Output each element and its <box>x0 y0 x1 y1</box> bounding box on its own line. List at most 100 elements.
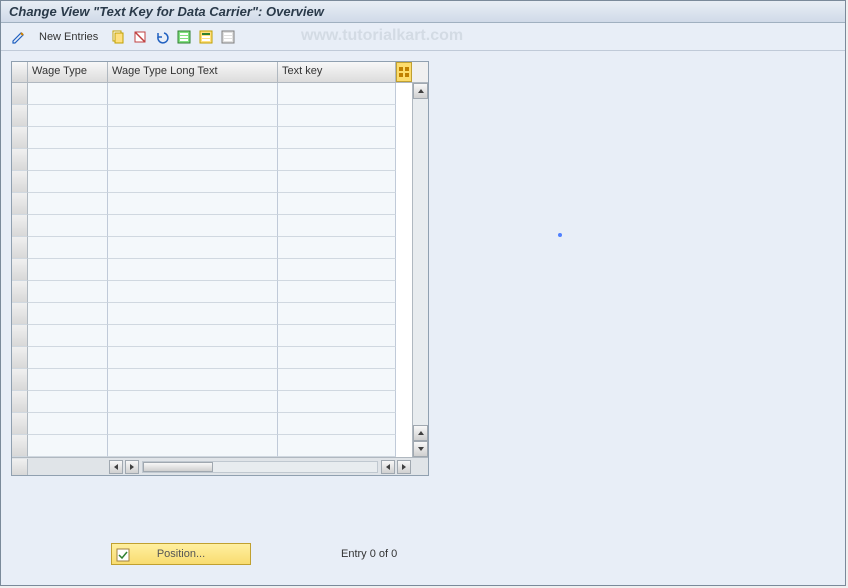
cell-wage-type[interactable] <box>28 83 108 105</box>
cell-text-key[interactable] <box>278 105 396 127</box>
cell-wage-type[interactable] <box>28 171 108 193</box>
row-selector[interactable] <box>12 215 28 237</box>
row-selector[interactable] <box>12 193 28 215</box>
table-row[interactable] <box>12 281 412 303</box>
cell-wage-type[interactable] <box>28 105 108 127</box>
table-row[interactable] <box>12 127 412 149</box>
scroll-up-inner-button[interactable] <box>413 425 428 441</box>
cell-text-key[interactable] <box>278 171 396 193</box>
scroll-down-button[interactable] <box>413 441 428 457</box>
row-selector[interactable] <box>12 325 28 347</box>
cell-text-key[interactable] <box>278 281 396 303</box>
scroll-track[interactable] <box>413 99 428 425</box>
cell-text-key[interactable] <box>278 325 396 347</box>
cell-wage-type[interactable] <box>28 215 108 237</box>
select-block-button[interactable] <box>196 27 216 47</box>
data-grid[interactable]: Wage Type Wage Type Long Text Text key <box>11 61 429 476</box>
cell-wage-type-long-text[interactable] <box>108 435 278 457</box>
cell-wage-type-long-text[interactable] <box>108 171 278 193</box>
hscroll-track[interactable] <box>142 461 378 473</box>
cell-wage-type[interactable] <box>28 303 108 325</box>
table-row[interactable] <box>12 237 412 259</box>
row-selector[interactable] <box>12 435 28 457</box>
cell-wage-type[interactable] <box>28 369 108 391</box>
row-selector[interactable] <box>12 281 28 303</box>
cell-text-key[interactable] <box>278 303 396 325</box>
scroll-right-button[interactable] <box>397 460 411 474</box>
hscroll-thumb[interactable] <box>143 462 213 472</box>
scroll-up-button[interactable] <box>413 83 428 99</box>
cell-wage-type[interactable] <box>28 259 108 281</box>
new-entries-button[interactable]: New Entries <box>31 27 106 47</box>
cell-text-key[interactable] <box>278 215 396 237</box>
cell-text-key[interactable] <box>278 435 396 457</box>
cell-text-key[interactable] <box>278 347 396 369</box>
row-selector[interactable] <box>12 259 28 281</box>
delete-button[interactable] <box>130 27 150 47</box>
position-button[interactable]: Position... <box>111 543 251 565</box>
select-all-corner[interactable] <box>12 459 28 475</box>
table-row[interactable] <box>12 83 412 105</box>
cell-wage-type[interactable] <box>28 435 108 457</box>
toggle-change-button[interactable] <box>9 27 29 47</box>
deselect-all-button[interactable] <box>218 27 238 47</box>
table-row[interactable] <box>12 413 412 435</box>
cell-wage-type[interactable] <box>28 281 108 303</box>
cell-text-key[interactable] <box>278 259 396 281</box>
cell-wage-type[interactable] <box>28 127 108 149</box>
cell-wage-type-long-text[interactable] <box>108 303 278 325</box>
cell-wage-type-long-text[interactable] <box>108 105 278 127</box>
row-selector[interactable] <box>12 303 28 325</box>
cell-wage-type-long-text[interactable] <box>108 193 278 215</box>
cell-wage-type-long-text[interactable] <box>108 391 278 413</box>
copy-as-button[interactable] <box>108 27 128 47</box>
cell-wage-type[interactable] <box>28 237 108 259</box>
cell-wage-type-long-text[interactable] <box>108 259 278 281</box>
table-row[interactable] <box>12 303 412 325</box>
cell-wage-type[interactable] <box>28 413 108 435</box>
table-row[interactable] <box>12 391 412 413</box>
row-selector[interactable] <box>12 347 28 369</box>
table-row[interactable] <box>12 325 412 347</box>
row-selector[interactable] <box>12 105 28 127</box>
scroll-right-inner-button[interactable] <box>125 460 139 474</box>
column-header-wage-type[interactable]: Wage Type <box>28 62 108 82</box>
cell-wage-type-long-text[interactable] <box>108 149 278 171</box>
row-selector-header[interactable] <box>12 62 28 82</box>
table-row[interactable] <box>12 347 412 369</box>
row-selector[interactable] <box>12 127 28 149</box>
row-selector[interactable] <box>12 171 28 193</box>
scroll-left-button[interactable] <box>109 460 123 474</box>
cell-text-key[interactable] <box>278 369 396 391</box>
horizontal-scrollbar[interactable] <box>12 457 428 475</box>
table-row[interactable] <box>12 215 412 237</box>
row-selector[interactable] <box>12 149 28 171</box>
column-header-wage-type-long-text[interactable]: Wage Type Long Text <box>108 62 278 82</box>
table-row[interactable] <box>12 105 412 127</box>
cell-wage-type-long-text[interactable] <box>108 215 278 237</box>
cell-wage-type-long-text[interactable] <box>108 347 278 369</box>
undo-change-button[interactable] <box>152 27 172 47</box>
cell-wage-type-long-text[interactable] <box>108 369 278 391</box>
row-selector[interactable] <box>12 413 28 435</box>
vertical-scrollbar[interactable] <box>412 83 428 457</box>
cell-text-key[interactable] <box>278 127 396 149</box>
cell-wage-type[interactable] <box>28 193 108 215</box>
cell-wage-type-long-text[interactable] <box>108 83 278 105</box>
select-all-button[interactable] <box>174 27 194 47</box>
cell-wage-type-long-text[interactable] <box>108 281 278 303</box>
cell-wage-type[interactable] <box>28 325 108 347</box>
cell-wage-type-long-text[interactable] <box>108 325 278 347</box>
cell-wage-type-long-text[interactable] <box>108 237 278 259</box>
cell-wage-type-long-text[interactable] <box>108 127 278 149</box>
row-selector[interactable] <box>12 237 28 259</box>
cell-text-key[interactable] <box>278 237 396 259</box>
cell-text-key[interactable] <box>278 193 396 215</box>
row-selector[interactable] <box>12 369 28 391</box>
cell-wage-type-long-text[interactable] <box>108 413 278 435</box>
table-settings-button[interactable] <box>396 62 412 82</box>
cell-text-key[interactable] <box>278 413 396 435</box>
cell-text-key[interactable] <box>278 83 396 105</box>
table-row[interactable] <box>12 259 412 281</box>
row-selector[interactable] <box>12 391 28 413</box>
